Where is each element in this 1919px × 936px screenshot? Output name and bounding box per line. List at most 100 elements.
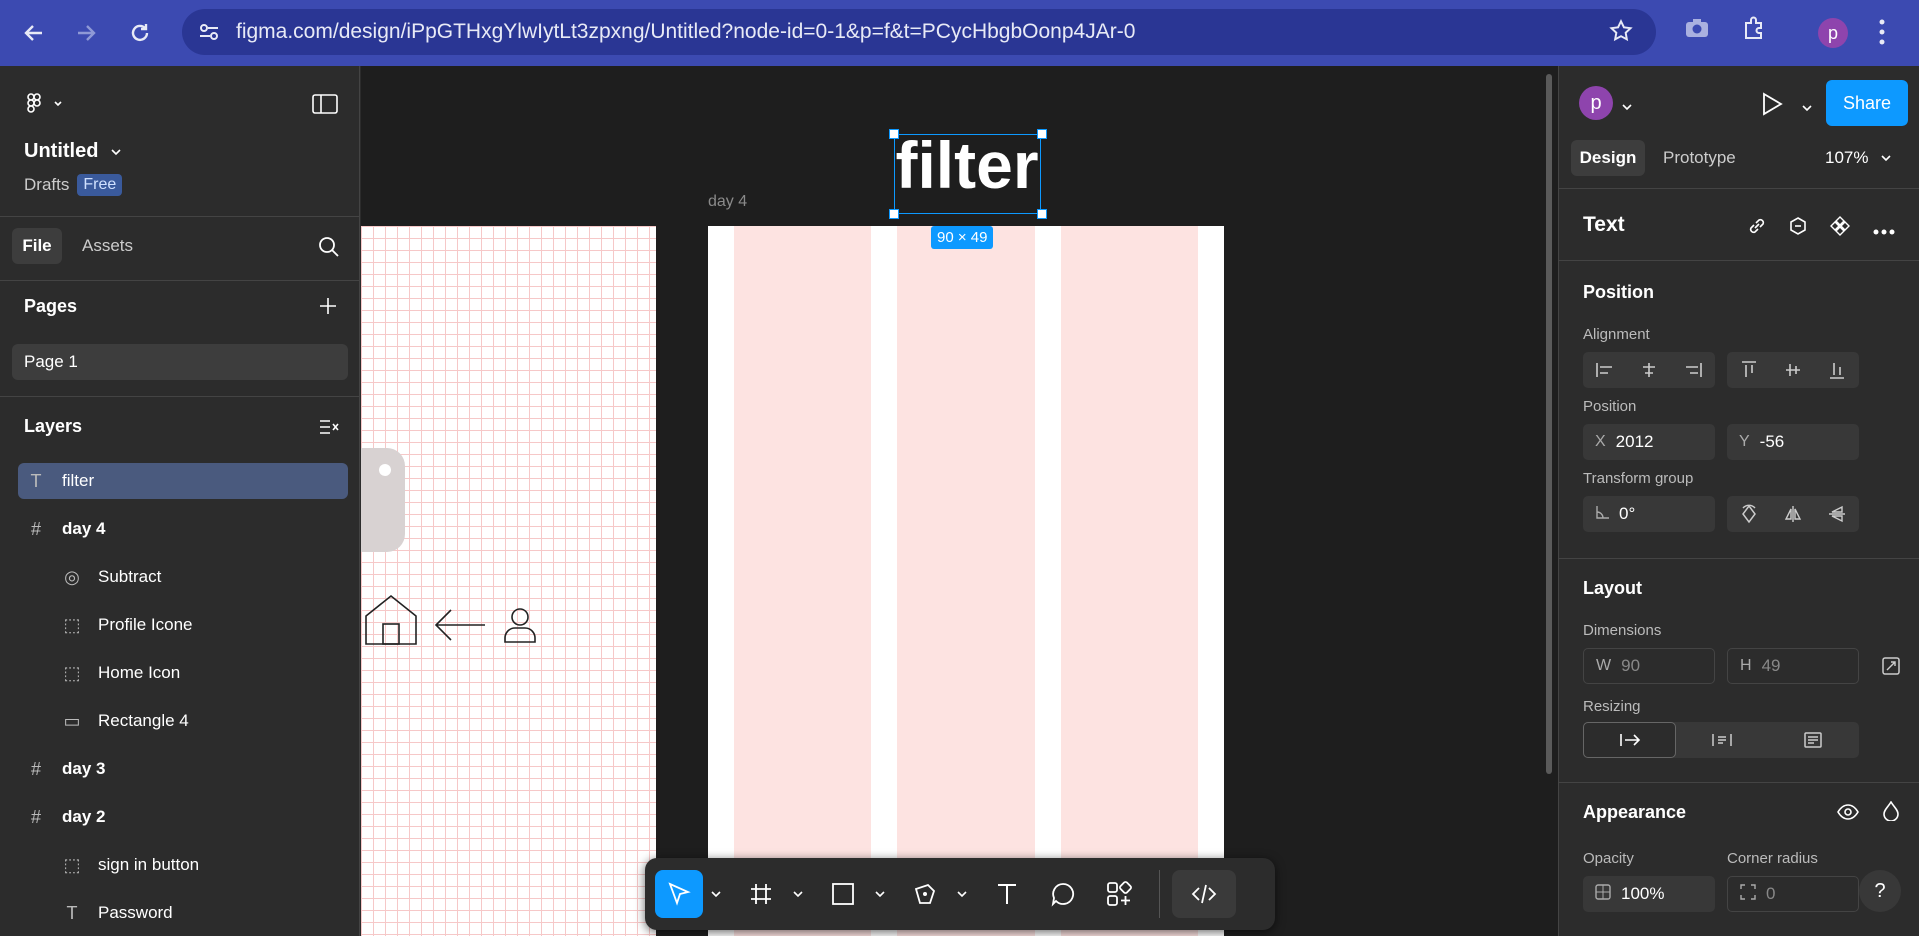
tab-assets[interactable]: Assets: [72, 228, 143, 264]
layer-item-password[interactable]: T Password: [18, 895, 348, 931]
move-tool-chevron-icon[interactable]: [703, 870, 729, 918]
arrow-left-icon[interactable]: [433, 608, 487, 647]
height-field[interactable]: H 49: [1727, 648, 1859, 684]
dev-mode-toggle[interactable]: [1172, 870, 1236, 918]
present-play-icon[interactable]: [1761, 92, 1783, 121]
opacity-value: 100%: [1621, 884, 1665, 903]
pen-tool-icon[interactable]: [901, 870, 949, 918]
rotation-field[interactable]: 0°: [1583, 496, 1715, 532]
more-options-icon[interactable]: [1873, 222, 1895, 240]
y-position-field[interactable]: Y -56: [1727, 424, 1859, 460]
frame-tool-chevron-icon[interactable]: [785, 870, 811, 918]
page-item[interactable]: Page 1: [12, 344, 348, 380]
resize-handle[interactable]: [1037, 209, 1047, 219]
layer-label: day 2: [62, 807, 106, 826]
align-top-icon[interactable]: [1727, 352, 1771, 388]
extensions-icon[interactable]: [1740, 14, 1768, 47]
layer-item-home-icon[interactable]: ⬚ Home Icon: [18, 655, 348, 691]
resizing-label: Resizing: [1583, 698, 1641, 715]
help-button[interactable]: ?: [1859, 870, 1901, 912]
bookmark-star-icon[interactable]: [1608, 18, 1634, 49]
layer-item-profile-icone[interactable]: ⬚ Profile Icone: [18, 607, 348, 643]
layer-item-filter[interactable]: T filter: [18, 463, 348, 499]
comment-tool-icon[interactable]: [1039, 870, 1087, 918]
screenshot-icon[interactable]: [1683, 14, 1711, 47]
layer-item-day-3[interactable]: # day 3: [18, 751, 348, 787]
share-button[interactable]: Share: [1826, 80, 1908, 126]
rotate-icon[interactable]: [1727, 496, 1771, 532]
tab-file[interactable]: File: [12, 228, 62, 264]
divider: [0, 216, 360, 217]
site-settings-icon[interactable]: [196, 19, 222, 50]
figma-menu-icon[interactable]: [24, 92, 64, 121]
layer-item-day-4[interactable]: # day 4: [18, 511, 348, 547]
drafts-link[interactable]: Drafts: [24, 175, 69, 195]
text-tool-icon[interactable]: [983, 870, 1031, 918]
layer-item-subtract[interactable]: ◎ Subtract: [18, 559, 348, 595]
layer-item-sign-in-button[interactable]: ⬚ sign in button: [18, 847, 348, 883]
visibility-eye-icon[interactable]: [1837, 804, 1859, 825]
style-icon[interactable]: [1788, 216, 1808, 241]
frame-label[interactable]: day 4: [708, 193, 747, 211]
profile-icon[interactable]: [502, 606, 538, 649]
design-canvas[interactable]: day 4 filter 90 × 49: [361, 66, 1558, 936]
zoom-dropdown[interactable]: 107%: [1825, 140, 1892, 176]
actions-tool-icon[interactable]: [1095, 870, 1143, 918]
tab-prototype-label: Prototype: [1663, 148, 1736, 167]
vertical-scrollbar[interactable]: [1546, 74, 1552, 774]
frame-tool-icon[interactable]: [737, 870, 785, 918]
user-avatar[interactable]: p: [1579, 86, 1613, 120]
component-icon[interactable]: [1830, 216, 1850, 241]
rectangle-tool-icon[interactable]: [819, 870, 867, 918]
flip-horizontal-icon[interactable]: [1771, 496, 1815, 532]
search-icon[interactable]: [318, 236, 340, 263]
avatar-chevron-icon[interactable]: [1621, 98, 1633, 116]
file-title[interactable]: Untitled: [24, 140, 122, 163]
frame-day-3[interactable]: [361, 226, 656, 936]
home-icon[interactable]: [364, 594, 418, 651]
frame-day-4[interactable]: [708, 226, 1224, 936]
toolbar-divider: [1159, 870, 1160, 918]
tab-prototype[interactable]: Prototype: [1655, 140, 1744, 176]
flip-vertical-icon[interactable]: [1815, 496, 1859, 532]
resize-handle[interactable]: [889, 129, 899, 139]
fixed-size-icon[interactable]: [1768, 722, 1859, 758]
x-prefix: X: [1595, 433, 1606, 450]
url-text: figma.com/design/iPpGTHxgYlwIytLt3zpxng/…: [236, 20, 1136, 43]
move-tool-button[interactable]: [655, 870, 703, 918]
link-icon[interactable]: [1747, 216, 1767, 241]
tab-design[interactable]: Design: [1571, 140, 1645, 176]
present-chevron-icon[interactable]: [1801, 99, 1813, 117]
subtract-hole: [379, 464, 391, 476]
plan-badge: Free: [77, 174, 123, 196]
resize-handle[interactable]: [1037, 129, 1047, 139]
collapse-layers-icon[interactable]: [318, 418, 340, 441]
align-right-icon[interactable]: [1671, 352, 1715, 388]
opacity-field[interactable]: 100%: [1583, 876, 1715, 912]
resize-handle[interactable]: [889, 209, 899, 219]
auto-width-icon[interactable]: [1583, 722, 1677, 758]
browser-profile-avatar[interactable]: p: [1818, 18, 1848, 48]
x-position-field[interactable]: X 2012: [1583, 424, 1715, 460]
back-icon[interactable]: [12, 11, 56, 55]
toggle-sidebar-icon[interactable]: [312, 94, 338, 119]
add-page-icon[interactable]: [318, 296, 338, 321]
corner-radius-field[interactable]: 0: [1727, 876, 1859, 912]
constrain-proportions-icon[interactable]: [1881, 656, 1901, 681]
address-bar[interactable]: figma.com/design/iPpGTHxgYlwIytLt3zpxng/…: [182, 9, 1656, 55]
align-middle-icon[interactable]: [1771, 352, 1815, 388]
shape-tool-chevron-icon[interactable]: [867, 870, 893, 918]
blend-mode-icon[interactable]: [1883, 800, 1899, 826]
layout-column: [897, 226, 1035, 936]
align-center-h-icon[interactable]: [1627, 352, 1671, 388]
layer-item-day-2[interactable]: # day 2: [18, 799, 348, 835]
width-field[interactable]: W 90: [1583, 648, 1715, 684]
reload-icon[interactable]: [118, 11, 162, 55]
align-bottom-icon[interactable]: [1815, 352, 1859, 388]
auto-height-icon[interactable]: [1676, 722, 1767, 758]
align-left-icon[interactable]: [1583, 352, 1627, 388]
forward-icon[interactable]: [64, 11, 108, 55]
pen-tool-chevron-icon[interactable]: [949, 870, 975, 918]
layer-item-rectangle-4[interactable]: ▭ Rectangle 4: [18, 703, 348, 739]
browser-menu-icon[interactable]: [1877, 18, 1887, 51]
